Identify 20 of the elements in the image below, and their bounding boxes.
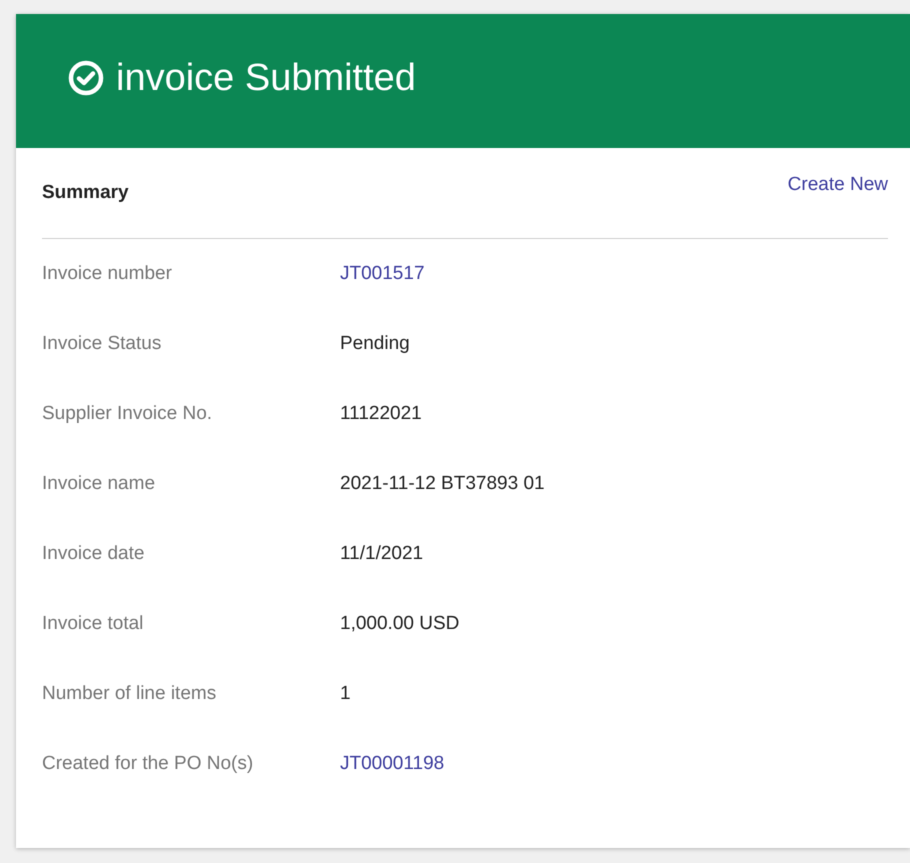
field-value: 1 [340, 683, 351, 705]
create-new-link[interactable]: Create New [788, 174, 888, 196]
field-value: 11/1/2021 [340, 543, 424, 565]
field-value-link[interactable]: JT001517 [340, 263, 425, 285]
field-label: Number of line items [42, 683, 218, 705]
field-value-link[interactable]: JT00001198 [340, 753, 444, 775]
summary-heading: Summary [42, 182, 129, 204]
field-label: Invoice name [42, 473, 156, 495]
field-label: Supplier Invoice No. [42, 403, 214, 425]
field-label: Created for the PO No(s) [42, 753, 254, 775]
field-value: 2021-11-12 BT37893 01 [340, 473, 545, 495]
field-value: 11122021 [340, 403, 422, 425]
field-label: Invoice number [42, 263, 173, 285]
field-label: Invoice Status [42, 333, 162, 355]
field-label: Invoice date [42, 543, 146, 565]
check-circle-icon [66, 58, 106, 98]
field-value: Pending [340, 333, 410, 355]
field-value: 1,000.00 USD [340, 613, 460, 635]
field-label: Invoice total [42, 613, 144, 635]
banner-title: invoice Submitted [116, 56, 416, 100]
